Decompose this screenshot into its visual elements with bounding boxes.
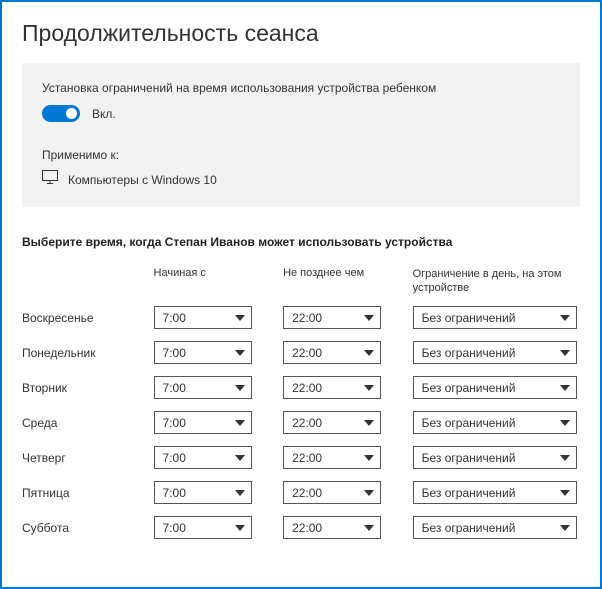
enable-toggle[interactable] [42, 105, 80, 122]
start-time-select[interactable]: 7:00 [154, 411, 252, 434]
start-time-select[interactable]: 7:00 [154, 306, 252, 329]
end-time-value: 22:00 [292, 521, 322, 535]
device-label: Компьютеры с Windows 10 [68, 173, 217, 187]
end-time-value: 22:00 [292, 381, 322, 395]
start-time-value: 7:00 [163, 381, 186, 395]
chevron-down-icon [235, 385, 245, 391]
table-row: Понедельник 7:00 22:00 Без ограничений [22, 341, 580, 365]
table-row: Пятница 7:00 22:00 Без ограничений [22, 481, 580, 505]
day-label: Среда [22, 416, 154, 430]
end-time-select[interactable]: 22:00 [283, 516, 381, 539]
schedule-heading: Выберите время, когда Степан Иванов може… [22, 235, 580, 249]
applies-to-label: Применимо к: [42, 148, 560, 162]
chevron-down-icon [560, 420, 570, 426]
chevron-down-icon [560, 350, 570, 356]
daily-limit-select[interactable]: Без ограничений [413, 341, 577, 364]
end-time-select[interactable]: 22:00 [283, 341, 381, 364]
daily-limit-value: Без ограничений [422, 416, 516, 430]
table-row: Вторник 7:00 22:00 Без ограничений [22, 376, 580, 400]
start-time-value: 7:00 [163, 416, 186, 430]
table-row: Четверг 7:00 22:00 Без ограничений [22, 446, 580, 470]
daily-limit-select[interactable]: Без ограничений [413, 411, 577, 434]
daily-limit-select[interactable]: Без ограничений [413, 481, 577, 504]
day-label: Воскресенье [22, 311, 154, 325]
end-time-select[interactable]: 22:00 [283, 446, 381, 469]
chevron-down-icon [364, 455, 374, 461]
day-label: Суббота [22, 521, 154, 535]
table-header-row: Начиная с Не позднее чем Ограничение в д… [22, 267, 580, 296]
end-time-select[interactable]: 22:00 [283, 306, 381, 329]
daily-limit-value: Без ограничений [422, 521, 516, 535]
chevron-down-icon [235, 455, 245, 461]
daily-limit-value: Без ограничений [422, 311, 516, 325]
end-time-value: 22:00 [292, 346, 322, 360]
chevron-down-icon [560, 525, 570, 531]
chevron-down-icon [235, 490, 245, 496]
daily-limit-select[interactable]: Без ограничений [413, 516, 577, 539]
chevron-down-icon [364, 525, 374, 531]
day-label: Понедельник [22, 346, 154, 360]
end-time-value: 22:00 [292, 451, 322, 465]
chevron-down-icon [235, 525, 245, 531]
chevron-down-icon [235, 315, 245, 321]
daily-limit-select[interactable]: Без ограничений [413, 446, 577, 469]
chevron-down-icon [364, 420, 374, 426]
chevron-down-icon [364, 385, 374, 391]
chevron-down-icon [235, 420, 245, 426]
start-time-value: 7:00 [163, 346, 186, 360]
chevron-down-icon [364, 490, 374, 496]
daily-limit-select[interactable]: Без ограничений [413, 306, 577, 329]
col-header-start: Начиная с [154, 267, 284, 279]
monitor-icon [42, 170, 58, 189]
setting-label: Установка ограничений на время использов… [42, 81, 560, 95]
daily-limit-value: Без ограничений [422, 486, 516, 500]
end-time-value: 22:00 [292, 416, 322, 430]
chevron-down-icon [560, 455, 570, 461]
col-header-end: Не позднее чем [283, 267, 413, 279]
day-label: Четверг [22, 451, 154, 465]
table-row: Суббота 7:00 22:00 Без ограничений [22, 516, 580, 540]
daily-limit-value: Без ограничений [422, 381, 516, 395]
page-title: Продолжительность сеанса [22, 20, 580, 47]
device-row: Компьютеры с Windows 10 [42, 170, 560, 189]
end-time-value: 22:00 [292, 486, 322, 500]
daily-limit-select[interactable]: Без ограничений [413, 376, 577, 399]
chevron-down-icon [560, 490, 570, 496]
start-time-select[interactable]: 7:00 [154, 481, 252, 504]
end-time-select[interactable]: 22:00 [283, 376, 381, 399]
chevron-down-icon [364, 350, 374, 356]
start-time-value: 7:00 [163, 486, 186, 500]
start-time-value: 7:00 [163, 451, 186, 465]
table-row: Среда 7:00 22:00 Без ограничений [22, 411, 580, 435]
chevron-down-icon [364, 315, 374, 321]
toggle-state-label: Вкл. [92, 107, 116, 121]
table-row: Воскресенье 7:00 22:00 Без ограничений [22, 306, 580, 330]
end-time-select[interactable]: 22:00 [283, 411, 381, 434]
daily-limit-value: Без ограничений [422, 346, 516, 360]
col-header-limit: Ограничение в день, на этом устройстве [413, 267, 580, 296]
end-time-value: 22:00 [292, 311, 322, 325]
chevron-down-icon [560, 315, 570, 321]
start-time-select[interactable]: 7:00 [154, 341, 252, 364]
end-time-select[interactable]: 22:00 [283, 481, 381, 504]
schedule-table: Начиная с Не позднее чем Ограничение в д… [22, 267, 580, 540]
start-time-value: 7:00 [163, 311, 186, 325]
day-label: Вторник [22, 381, 154, 395]
toggle-knob [66, 108, 77, 119]
start-time-select[interactable]: 7:00 [154, 376, 252, 399]
daily-limit-value: Без ограничений [422, 451, 516, 465]
chevron-down-icon [560, 385, 570, 391]
start-time-value: 7:00 [163, 521, 186, 535]
day-label: Пятница [22, 486, 154, 500]
start-time-select[interactable]: 7:00 [154, 516, 252, 539]
chevron-down-icon [235, 350, 245, 356]
settings-card: Установка ограничений на время использов… [22, 63, 580, 207]
start-time-select[interactable]: 7:00 [154, 446, 252, 469]
